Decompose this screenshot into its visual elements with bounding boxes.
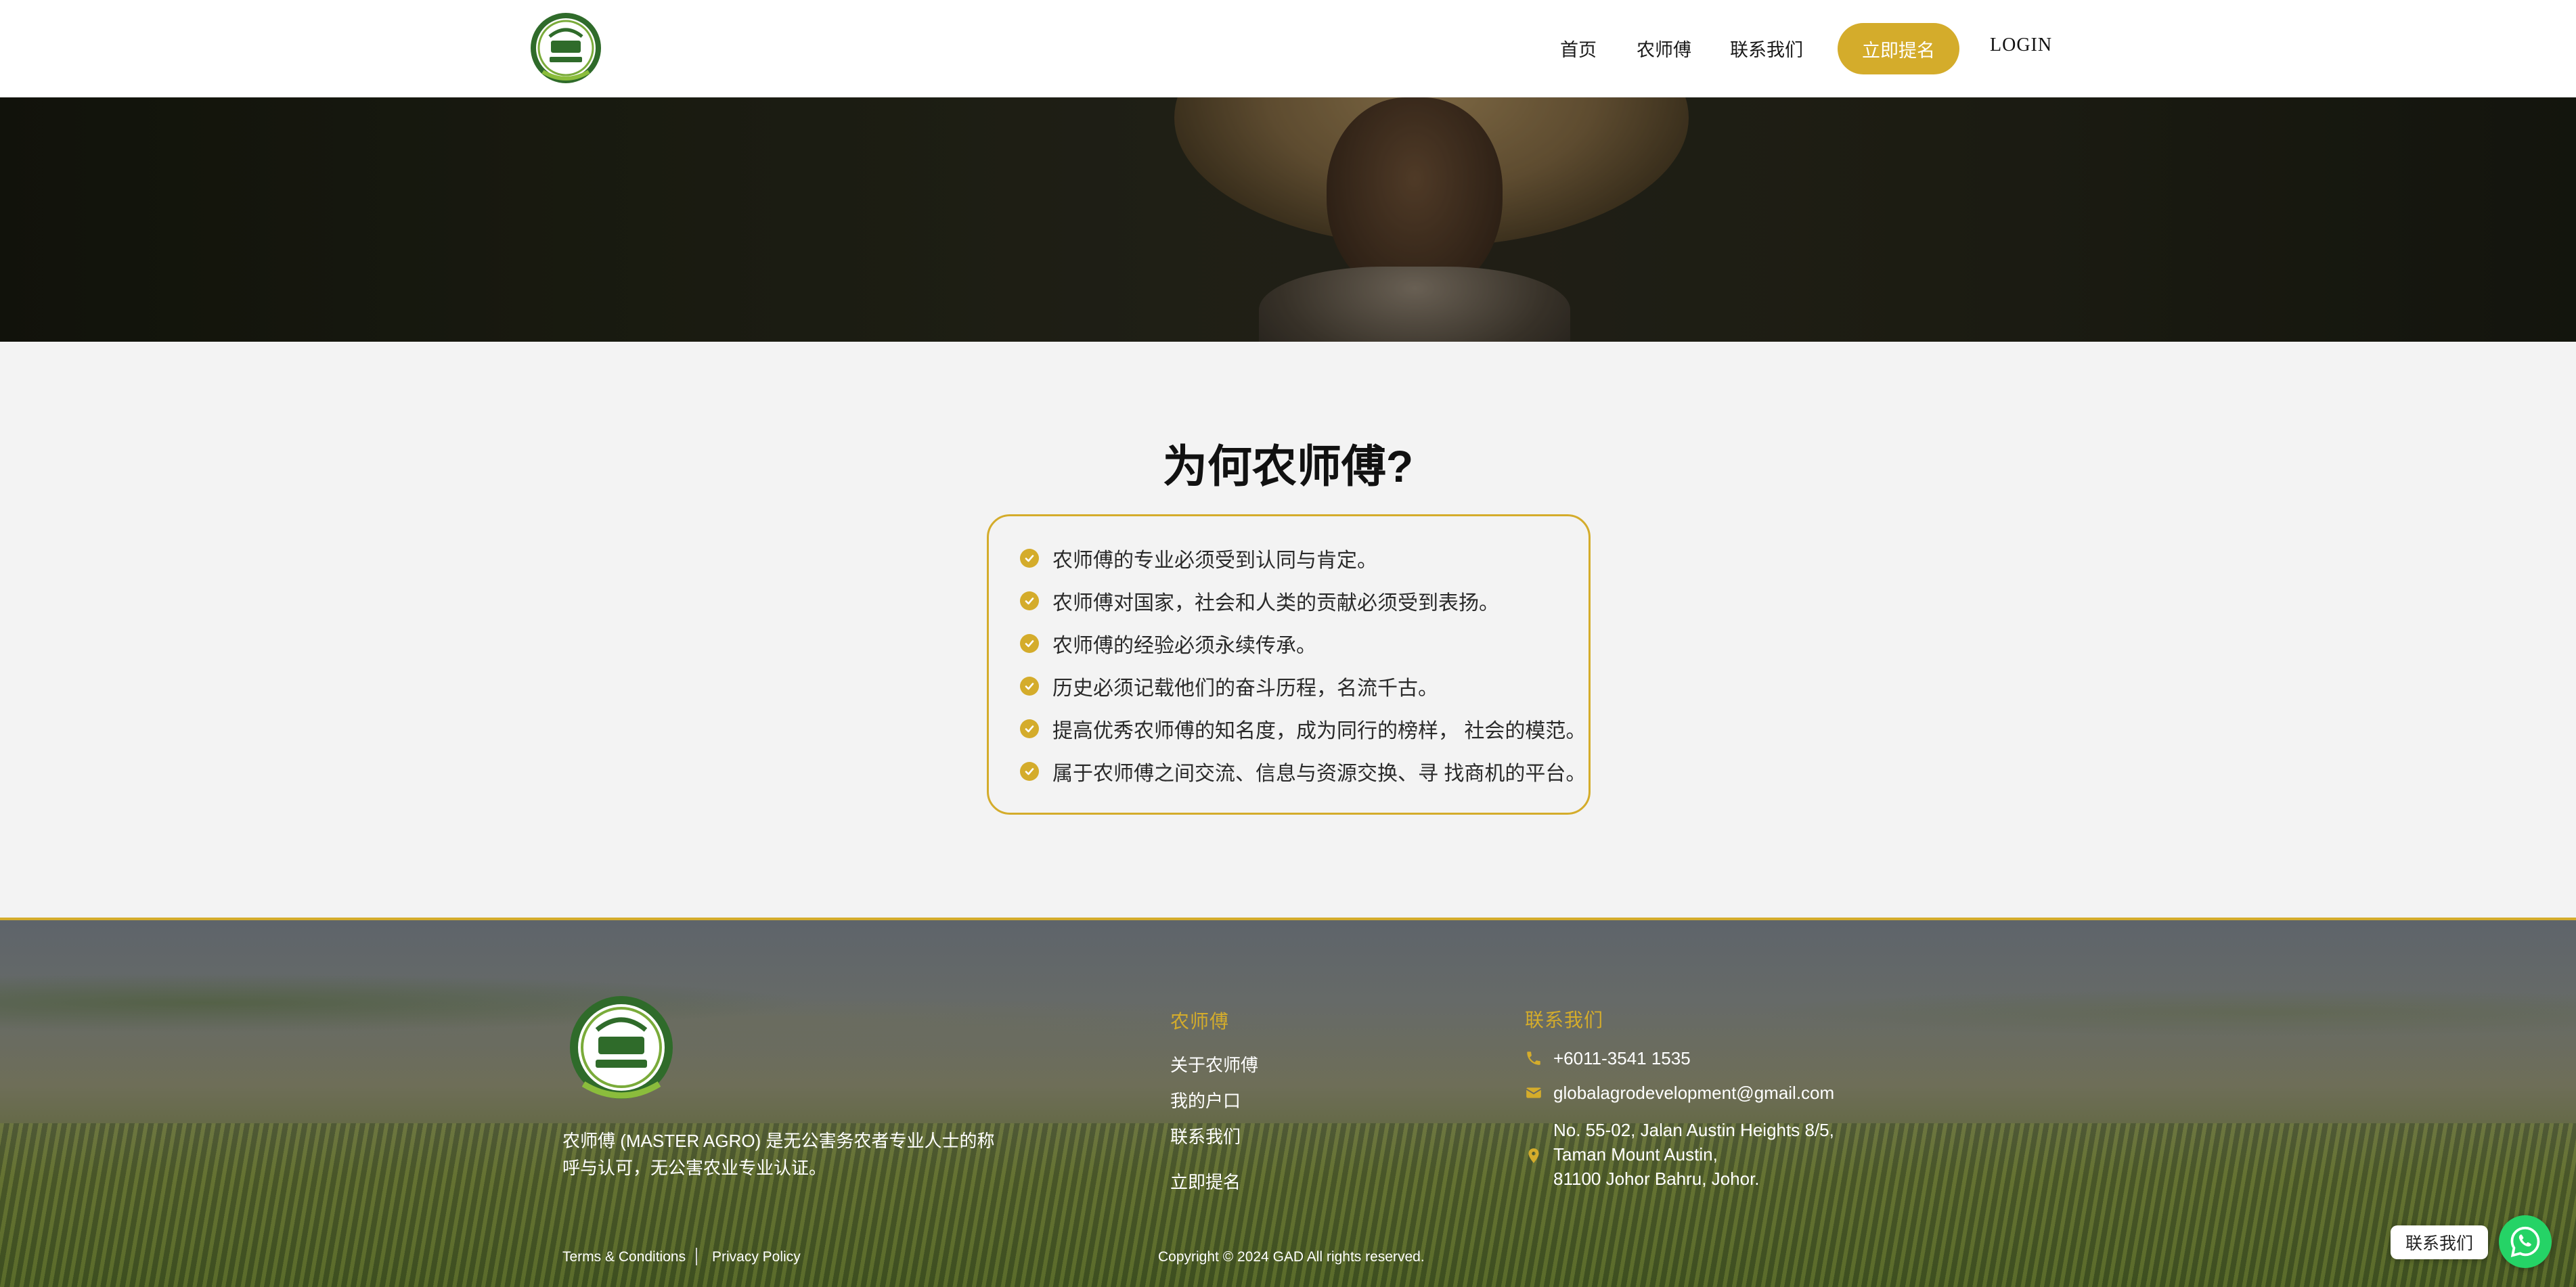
email-icon xyxy=(1526,1087,1542,1098)
check-circle-icon xyxy=(1020,634,1039,653)
footer-address: No. 55-02, Jalan Austin Heights 8/5, Tam… xyxy=(1553,1120,1834,1189)
copyright-text: Copyright © 2024 GAD All rights reserved… xyxy=(1158,1249,1425,1265)
whatsapp-icon xyxy=(2510,1226,2540,1257)
why-list-item: 农师傅的专业必须受到认同与肯定。 xyxy=(1020,545,1377,572)
footer-link-nominate[interactable]: 立即提名 xyxy=(1170,1169,1241,1194)
why-item-text: 农师傅的经验必须永续传承。 xyxy=(1052,635,1316,657)
map-marker-icon xyxy=(1528,1148,1539,1163)
check-circle-icon xyxy=(1020,549,1039,568)
why-item-text: 农师傅的专业必须受到认同与肯定。 xyxy=(1052,549,1377,572)
nav-contact[interactable]: 联系我们 xyxy=(1730,35,1803,62)
nominate-button[interactable]: 立即提名 xyxy=(1838,23,1959,74)
why-list: 农师傅的专业必须受到认同与肯定。 农师傅对国家，社会和人类的贡献必须受到表扬。 … xyxy=(987,514,1591,815)
footer-description: 农师傅 (MASTER AGRO) 是无公害务农者专业人士的称呼与认可，无公害农… xyxy=(562,1131,995,1178)
why-list-item: 属于农师傅之间交流、信息与资源交换、寻 找商机的平台。 xyxy=(1020,758,1586,785)
check-circle-icon xyxy=(1020,762,1039,781)
footer-background-trees xyxy=(0,927,2576,1116)
why-list-item: 农师傅的经验必须永续传承。 xyxy=(1020,630,1316,657)
footer-link-about[interactable]: 关于农师傅 xyxy=(1170,1052,1258,1077)
hero-overlay xyxy=(0,97,2576,342)
master-agro-logo[interactable] xyxy=(529,9,602,87)
footer-phone[interactable]: +6011-3541 1535 xyxy=(1525,1046,1691,1070)
check-circle-icon xyxy=(1020,719,1039,738)
why-list-item: 农师傅对国家，社会和人类的贡献必须受到表扬。 xyxy=(1020,587,1499,614)
nav-masters[interactable]: 农师傅 xyxy=(1637,35,1691,62)
footer-logo xyxy=(570,996,673,1099)
phone-number: +6011-3541 1535 xyxy=(1553,1048,1691,1068)
nav-home[interactable]: 首页 xyxy=(1560,35,1597,62)
hero-banner xyxy=(0,97,2576,342)
why-title: 为何农师傅? xyxy=(1162,441,1414,491)
legal-divider xyxy=(696,1248,697,1265)
why-item-text: 历史必须记载他们的奋斗历程，名流千古。 xyxy=(1052,677,1438,700)
login-link[interactable]: LOGIN xyxy=(1990,35,2052,56)
why-list-item: 提高优秀农师傅的知名度，成为同行的榜样， 社会的模范。 xyxy=(1020,715,1586,742)
check-circle-icon xyxy=(1020,677,1039,696)
why-list-item: 历史必须记载他们的奋斗历程，名流千古。 xyxy=(1020,673,1438,700)
site-footer: 农师傅 (MASTER AGRO) 是无公害务农者专业人士的称呼与认可，无公害农… xyxy=(0,918,2576,1287)
phone-icon xyxy=(1527,1052,1540,1065)
footer-email[interactable]: globalagrodevelopment@gmail.com xyxy=(1525,1081,1834,1105)
why-item-text: 提高优秀农师傅的知名度，成为同行的榜样， 社会的模范。 xyxy=(1052,720,1586,742)
terms-link[interactable]: Terms & Conditions xyxy=(562,1249,686,1265)
why-item-text: 属于农师傅之间交流、信息与资源交换、寻 找商机的平台。 xyxy=(1052,763,1586,785)
footer-contact-title: 联系我们 xyxy=(1525,1010,1604,1031)
privacy-link[interactable]: Privacy Policy xyxy=(712,1249,801,1265)
footer-link-account[interactable]: 我的户口 xyxy=(1170,1087,1241,1112)
footer-masters-title: 农师傅 xyxy=(1170,1011,1230,1032)
whatsapp-label[interactable]: 联系我们 xyxy=(2391,1225,2489,1259)
why-item-text: 农师傅对国家，社会和人类的贡献必须受到表扬。 xyxy=(1052,592,1499,614)
email-address: globalagrodevelopment@gmail.com xyxy=(1553,1083,1835,1103)
site-header: 首页 农师傅 联系我们 立即提名 LOGIN xyxy=(0,0,2576,97)
footer-link-contact[interactable]: 联系我们 xyxy=(1170,1123,1241,1148)
check-circle-icon xyxy=(1020,591,1039,610)
whatsapp-button[interactable] xyxy=(2499,1215,2552,1268)
